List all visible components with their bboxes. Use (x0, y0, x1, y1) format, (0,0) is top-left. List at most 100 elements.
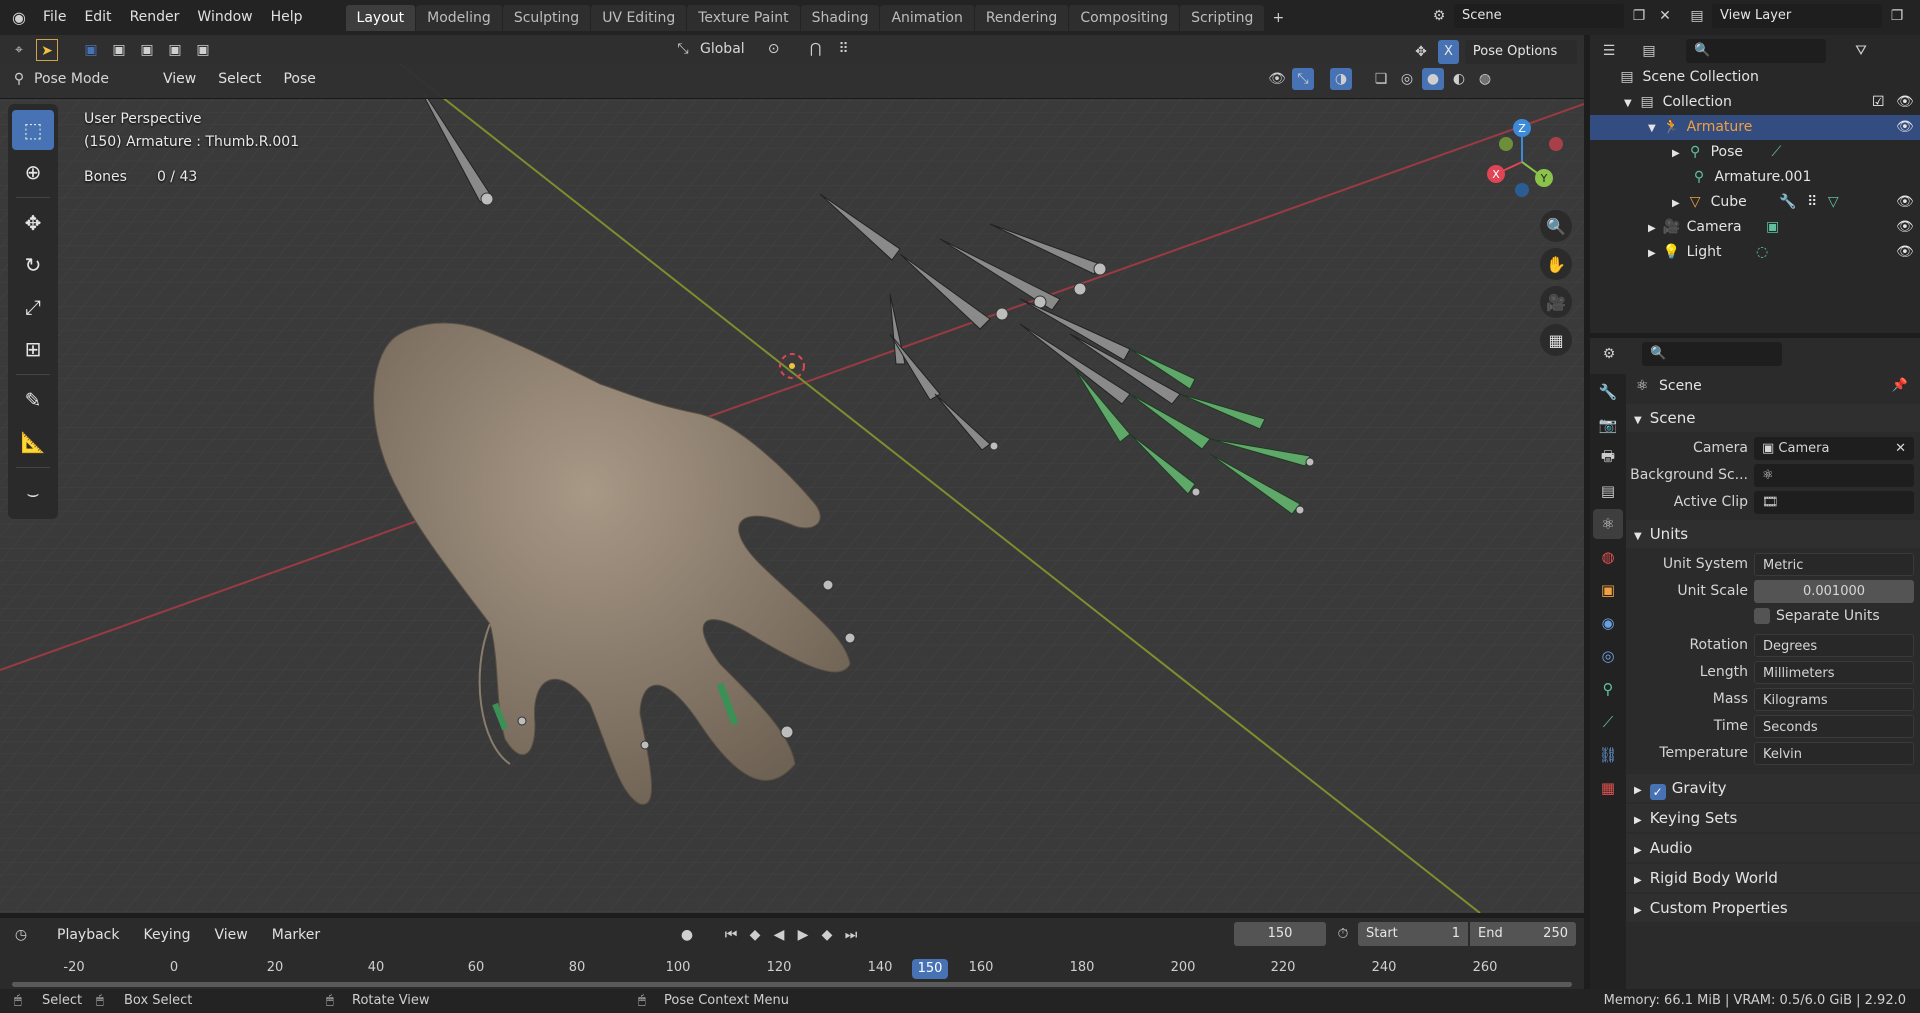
rotation-dropdown[interactable]: Degrees (1754, 634, 1914, 657)
unit-system-dropdown[interactable]: Metric (1754, 553, 1914, 576)
bone-tab-icon[interactable]: ⟋ (1593, 707, 1623, 737)
new-view-layer-icon[interactable]: ❐ (1886, 5, 1908, 27)
units-panel-header[interactable]: Units (1650, 525, 1688, 543)
display-mode-icon[interactable]: ▤ (1638, 40, 1660, 62)
outliner-item-collection[interactable]: Collection (1663, 94, 1732, 110)
menu-view[interactable]: View (154, 67, 205, 91)
jump-start-icon[interactable]: ⏮ (720, 924, 742, 946)
visibility-icon[interactable]: 👁 (1266, 68, 1288, 90)
timeline-scrollbar[interactable] (12, 982, 1572, 987)
3d-viewport[interactable] (0, 64, 1584, 913)
properties-editor-icon[interactable]: ⚙ (1598, 343, 1620, 365)
eye-icon[interactable]: 👁 (1896, 190, 1914, 215)
tab-rendering[interactable]: Rendering (974, 4, 1069, 31)
menu-file[interactable]: File (34, 0, 75, 35)
xray-toggle-icon[interactable]: ❏ (1370, 68, 1392, 90)
tab-layout[interactable]: Layout (345, 4, 416, 31)
timeline-view-menu[interactable]: View (206, 922, 257, 948)
zoom-icon[interactable]: 🔍 (1540, 210, 1572, 242)
delete-scene-icon[interactable]: ✕ (1654, 5, 1676, 27)
add-workspace-icon[interactable]: + (1267, 7, 1289, 29)
time-dropdown[interactable]: Seconds (1754, 715, 1914, 738)
select-box-tool-icon[interactable]: ⬚ (12, 110, 54, 150)
collapse-arrow-icon[interactable]: ▼ (1634, 531, 1642, 542)
navigation-gizmo[interactable]: Z X Y (1472, 112, 1582, 212)
menu-edit[interactable]: Edit (75, 0, 120, 35)
outliner-search-input[interactable]: 🔍 (1686, 39, 1826, 63)
expand-arrow-icon[interactable]: ▶ (1634, 815, 1642, 826)
tab-shading[interactable]: Shading (800, 4, 880, 31)
outliner-item-armature[interactable]: Armature (1687, 119, 1753, 135)
view-layer-icon[interactable]: ▤ (1686, 5, 1708, 27)
separate-units-checkbox[interactable] (1754, 608, 1770, 624)
menu-help[interactable]: Help (262, 0, 312, 35)
editor-type-icon[interactable]: ⌖ (8, 39, 30, 61)
armature-tab-icon[interactable]: ⚲ (1593, 674, 1623, 704)
scene-collection-label[interactable]: Scene Collection (1642, 69, 1758, 85)
transform-orientation-dropdown[interactable]: Global (700, 41, 757, 57)
expand-arrow-icon[interactable]: ▼ (1624, 98, 1632, 109)
tab-scripting[interactable]: Scripting (1180, 4, 1265, 31)
expand-arrow-icon[interactable]: ▶ (1634, 845, 1642, 856)
filter-icon[interactable]: ⛛ (1850, 40, 1872, 62)
pan-hand-icon[interactable]: ✋ (1540, 248, 1572, 280)
custom-properties-panel-header[interactable]: Custom Properties (1650, 899, 1788, 917)
snap-icon[interactable]: ⋂ (805, 38, 827, 60)
texture-tab-icon[interactable]: ▦ (1593, 773, 1623, 803)
unit-scale-field[interactable]: 0.001000 (1754, 580, 1914, 603)
outliner-item-light[interactable]: Light (1687, 244, 1722, 260)
expand-arrow-icon[interactable]: ▶ (1634, 905, 1642, 916)
eye-icon[interactable]: 👁 (1896, 215, 1914, 240)
tab-compositing[interactable]: Compositing (1069, 4, 1180, 31)
start-frame-field[interactable]: Start 1 (1358, 922, 1468, 946)
snap-target-icon[interactable]: ⠿ (833, 38, 855, 60)
transform-tool-icon[interactable]: ⊞ (12, 329, 54, 369)
select-tool-icon[interactable]: ➤ (36, 39, 58, 61)
bone-constraint-tab-icon[interactable]: ⛓ (1593, 740, 1623, 770)
gravity-panel-header[interactable]: Gravity (1672, 779, 1727, 797)
expand-arrow-icon[interactable]: ▶ (1672, 198, 1680, 209)
temperature-dropdown[interactable]: Kelvin (1754, 742, 1914, 765)
move-tool-icon[interactable]: ✥ (12, 203, 54, 243)
new-scene-icon[interactable]: ❐ (1628, 5, 1650, 27)
rotate-tool-icon[interactable]: ↻ (12, 245, 54, 285)
bone-envelope-tool-icon[interactable]: ⌣ (12, 473, 54, 513)
modifier-tab-icon[interactable]: ◉ (1593, 608, 1623, 638)
properties-search-input[interactable]: 🔍 (1642, 342, 1782, 366)
jump-end-icon[interactable]: ⏭ (840, 924, 862, 946)
pin-icon[interactable]: 📌 (1892, 378, 1908, 393)
gravity-checkbox[interactable]: ✓ (1649, 784, 1666, 800)
next-keyframe-icon[interactable]: ◆ (816, 924, 838, 946)
rigid-body-world-panel-header[interactable]: Rigid Body World (1650, 869, 1778, 887)
playback-menu[interactable]: Playback (48, 922, 128, 948)
pivot-point-icon[interactable]: ⊙ (763, 38, 785, 60)
render-tab-icon[interactable]: 📷 (1593, 410, 1623, 440)
mode-dropdown[interactable]: Pose Mode (34, 71, 136, 87)
current-frame-field[interactable]: 150 (1234, 922, 1326, 946)
marker-menu[interactable]: Marker (263, 922, 329, 948)
active-clip-field[interactable]: 🎞 (1754, 491, 1914, 514)
keying-sets-panel-header[interactable]: Keying Sets (1650, 809, 1738, 827)
timeline-ruler[interactable]: -20 0 20 40 60 80 100 120 140 150 160 18… (0, 954, 1584, 980)
outliner-item-pose[interactable]: Pose (1711, 144, 1743, 160)
measure-tool-icon[interactable]: 📐 (12, 422, 54, 462)
select-mode-new-icon[interactable]: ▣ (80, 39, 102, 61)
object-tab-icon[interactable]: ▣ (1593, 575, 1623, 605)
expand-arrow-icon[interactable]: ▶ (1634, 785, 1642, 796)
eye-icon[interactable]: 👁 (1896, 240, 1914, 265)
gizmo-toggle-icon[interactable]: ⤡ (1292, 68, 1314, 90)
scale-tool-icon[interactable]: ⤢ (12, 287, 54, 327)
scene-icon[interactable]: ⚙ (1428, 5, 1450, 27)
tab-texture-paint[interactable]: Texture Paint (687, 4, 800, 31)
tab-sculpting[interactable]: Sculpting (502, 4, 591, 31)
outliner-item-camera[interactable]: Camera (1687, 219, 1742, 235)
shading-rendered-icon[interactable]: ◍ (1474, 68, 1496, 90)
playhead[interactable]: 150 (912, 959, 948, 979)
grid-ortho-icon[interactable]: ▦ (1540, 324, 1572, 356)
mass-dropdown[interactable]: Kilograms (1754, 688, 1914, 711)
audio-panel-header[interactable]: Audio (1650, 839, 1693, 857)
tool-tab-icon[interactable]: 🔧 (1593, 377, 1623, 407)
camera-view-icon[interactable]: 🎥 (1540, 286, 1572, 318)
background-scene-field[interactable]: ⚛ (1754, 464, 1914, 487)
transform-affect-icon[interactable]: ✥ (1410, 41, 1432, 63)
